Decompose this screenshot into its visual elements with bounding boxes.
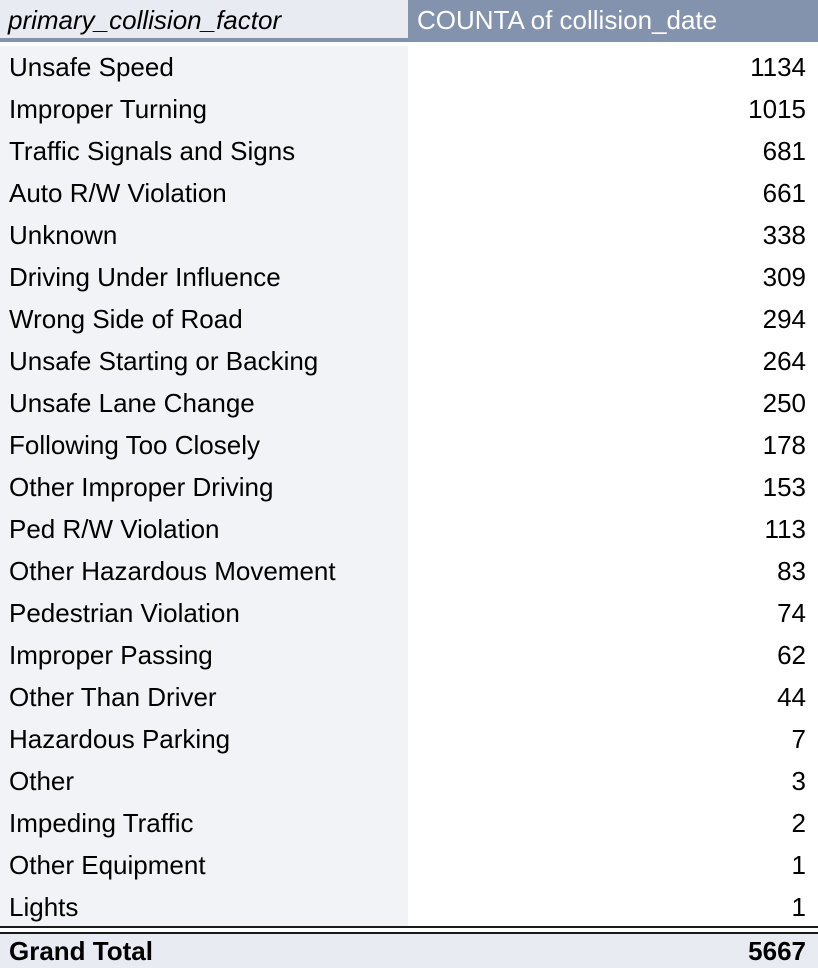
table-row[interactable]: Auto R/W Violation 661 [0, 172, 818, 214]
table-row[interactable]: Other Than Driver 44 [0, 676, 818, 718]
row-label[interactable]: Improper Turning [0, 88, 408, 130]
row-value[interactable]: 1 [408, 844, 818, 886]
table-row[interactable]: Traffic Signals and Signs 681 [0, 130, 818, 172]
row-value[interactable]: 74 [408, 592, 818, 634]
table-row[interactable]: Wrong Side of Road 294 [0, 298, 818, 340]
table-row[interactable]: Unsafe Starting or Backing 264 [0, 340, 818, 382]
row-label[interactable]: Hazardous Parking [0, 718, 408, 760]
row-label[interactable]: Impeding Traffic [0, 802, 408, 844]
row-label[interactable]: Other Than Driver [0, 676, 408, 718]
row-label[interactable]: Pedestrian Violation [0, 592, 408, 634]
row-value[interactable]: 681 [408, 130, 818, 172]
grand-total-value[interactable]: 5667 [408, 936, 818, 967]
grand-total-divider [0, 926, 818, 934]
row-label[interactable]: Other Improper Driving [0, 466, 408, 508]
row-value[interactable]: 178 [408, 424, 818, 466]
pivot-body: Unsafe Speed 1134 Improper Turning 1015 … [0, 42, 818, 928]
table-row[interactable]: Lights 1 [0, 886, 818, 928]
row-value[interactable]: 44 [408, 676, 818, 718]
row-value[interactable]: 1015 [408, 88, 818, 130]
row-label[interactable]: Driving Under Influence [0, 256, 408, 298]
row-value[interactable]: 338 [408, 214, 818, 256]
row-label[interactable]: Traffic Signals and Signs [0, 130, 408, 172]
pivot-header-row: primary_collision_factor COUNTA of colli… [0, 0, 818, 42]
table-row[interactable]: Hazardous Parking 7 [0, 718, 818, 760]
value-field-header[interactable]: COUNTA of collision_date [408, 0, 818, 38]
row-value[interactable]: 309 [408, 256, 818, 298]
table-row[interactable]: Unsafe Lane Change 250 [0, 382, 818, 424]
row-label[interactable]: Wrong Side of Road [0, 298, 408, 340]
table-row[interactable]: Driving Under Influence 309 [0, 256, 818, 298]
row-label[interactable]: Unsafe Lane Change [0, 382, 408, 424]
row-value[interactable]: 153 [408, 466, 818, 508]
row-label[interactable]: Other Equipment [0, 844, 408, 886]
row-label[interactable]: Lights [0, 886, 408, 928]
pivot-table: primary_collision_factor COUNTA of colli… [0, 0, 818, 968]
row-label[interactable]: Improper Passing [0, 634, 408, 676]
table-row[interactable]: Pedestrian Violation 74 [0, 592, 818, 634]
row-value[interactable]: 1 [408, 886, 818, 928]
row-label[interactable]: Following Too Closely [0, 424, 408, 466]
row-label[interactable]: Other Hazardous Movement [0, 550, 408, 592]
table-row[interactable]: Improper Turning 1015 [0, 88, 818, 130]
table-row[interactable]: Other 3 [0, 760, 818, 802]
table-row[interactable]: Other Improper Driving 153 [0, 466, 818, 508]
table-row[interactable]: Other Equipment 1 [0, 844, 818, 886]
row-label[interactable]: Unsafe Speed [0, 46, 408, 88]
row-value[interactable]: 250 [408, 382, 818, 424]
row-value[interactable]: 83 [408, 550, 818, 592]
row-label[interactable]: Auto R/W Violation [0, 172, 408, 214]
row-label[interactable]: Unknown [0, 214, 408, 256]
table-row[interactable]: Unsafe Speed 1134 [0, 46, 818, 88]
row-value[interactable]: 113 [408, 508, 818, 550]
grand-total-label[interactable]: Grand Total [0, 936, 408, 967]
row-value[interactable]: 7 [408, 718, 818, 760]
table-row[interactable]: Following Too Closely 178 [0, 424, 818, 466]
row-label[interactable]: Unsafe Starting or Backing [0, 340, 408, 382]
row-value[interactable]: 661 [408, 172, 818, 214]
row-field-header[interactable]: primary_collision_factor [0, 0, 408, 38]
table-row[interactable]: Ped R/W Violation 113 [0, 508, 818, 550]
table-row[interactable]: Other Hazardous Movement 83 [0, 550, 818, 592]
grand-total-row[interactable]: Grand Total 5667 [0, 934, 818, 968]
table-row[interactable]: Impeding Traffic 2 [0, 802, 818, 844]
table-row[interactable]: Unknown 338 [0, 214, 818, 256]
row-value[interactable]: 1134 [408, 46, 818, 88]
row-value[interactable]: 294 [408, 298, 818, 340]
table-row[interactable]: Improper Passing 62 [0, 634, 818, 676]
row-value[interactable]: 2 [408, 802, 818, 844]
row-value[interactable]: 264 [408, 340, 818, 382]
row-value[interactable]: 62 [408, 634, 818, 676]
row-label[interactable]: Other [0, 760, 408, 802]
row-label[interactable]: Ped R/W Violation [0, 508, 408, 550]
row-value[interactable]: 3 [408, 760, 818, 802]
